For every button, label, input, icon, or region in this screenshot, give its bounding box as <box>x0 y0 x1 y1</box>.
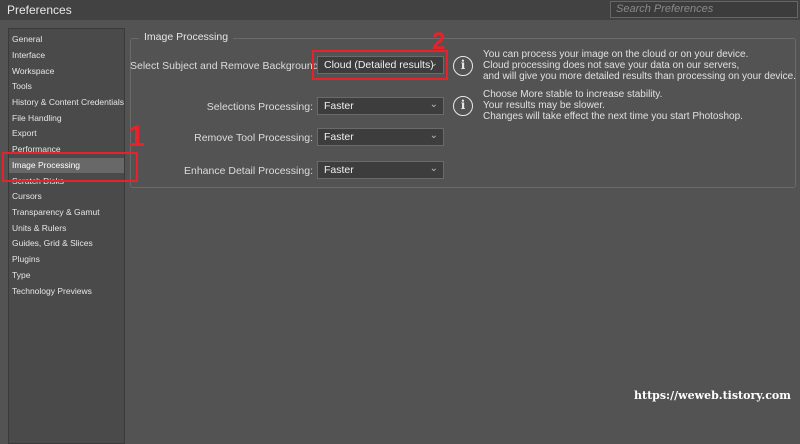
sidebar-item-technology-previews[interactable]: Technology Previews <box>9 284 124 299</box>
stability-info-line1: Choose More stable to increase stability… <box>483 89 663 100</box>
cloud-info-line1: You can process your image on the cloud … <box>483 49 749 60</box>
sidebar-item-units-rulers[interactable]: Units & Rulers <box>9 221 124 236</box>
remove-tool-label: Remove Tool Processing: <box>194 132 313 144</box>
sidebar-item-history[interactable]: History & Content Credentials <box>9 95 124 110</box>
sidebar-item-interface[interactable]: Interface <box>9 48 124 63</box>
sidebar-item-cursors[interactable]: Cursors <box>9 189 124 204</box>
stability-info-text: Choose More stable to increase stability… <box>483 89 743 122</box>
annotation-marker-1: 1 <box>128 120 145 153</box>
stability-info-line2: Your results may be slower. <box>483 100 605 111</box>
enhance-detail-dropdown[interactable]: Faster ⌄ <box>317 161 444 179</box>
sidebar-item-guides[interactable]: Guides, Grid & Slices <box>9 236 124 251</box>
stability-info-line3: Changes will take effect the next time y… <box>483 111 743 122</box>
selections-processing-label: Selections Processing: <box>206 101 313 113</box>
preferences-sidebar: General Interface Workspace Tools Histor… <box>8 28 125 444</box>
cloud-info-text: You can process your image on the cloud … <box>483 49 796 82</box>
selections-processing-value: Faster <box>324 100 354 112</box>
selections-processing-dropdown[interactable]: Faster ⌄ <box>317 97 444 115</box>
remove-tool-value: Faster <box>324 131 354 143</box>
group-title: Image Processing <box>139 31 234 43</box>
chevron-down-icon: ⌄ <box>429 99 438 110</box>
window-title: Preferences <box>7 3 72 17</box>
select-subject-label: Select Subject and Remove Background: <box>130 60 322 72</box>
sidebar-item-export[interactable]: Export <box>9 126 124 141</box>
info-icon: i <box>453 56 473 76</box>
highlight-box-1 <box>2 152 138 182</box>
chevron-down-icon: ⌄ <box>429 163 438 174</box>
sidebar-item-tools[interactable]: Tools <box>9 79 124 94</box>
cloud-info-line3: and will give you more detailed results … <box>483 71 796 82</box>
remove-tool-dropdown[interactable]: Faster ⌄ <box>317 128 444 146</box>
enhance-detail-label: Enhance Detail Processing: <box>184 165 313 177</box>
cloud-info-line2: Cloud processing does not save your data… <box>483 60 740 71</box>
info-icon: i <box>453 96 473 116</box>
enhance-detail-value: Faster <box>324 164 354 176</box>
title-bar: Preferences Search Preferences <box>0 0 800 20</box>
annotation-marker-2: 2 <box>432 28 446 55</box>
highlight-box-2 <box>312 50 448 80</box>
search-input[interactable]: Search Preferences <box>610 1 798 18</box>
chevron-down-icon: ⌄ <box>429 130 438 141</box>
sidebar-item-file-handling[interactable]: File Handling <box>9 111 124 126</box>
sidebar-item-transparency[interactable]: Transparency & Gamut <box>9 205 124 220</box>
sidebar-item-general[interactable]: General <box>9 32 124 47</box>
sidebar-item-plugins[interactable]: Plugins <box>9 252 124 267</box>
watermark: https://weweb.tistory.com <box>634 389 791 402</box>
sidebar-item-workspace[interactable]: Workspace <box>9 64 124 79</box>
sidebar-item-type[interactable]: Type <box>9 268 124 283</box>
